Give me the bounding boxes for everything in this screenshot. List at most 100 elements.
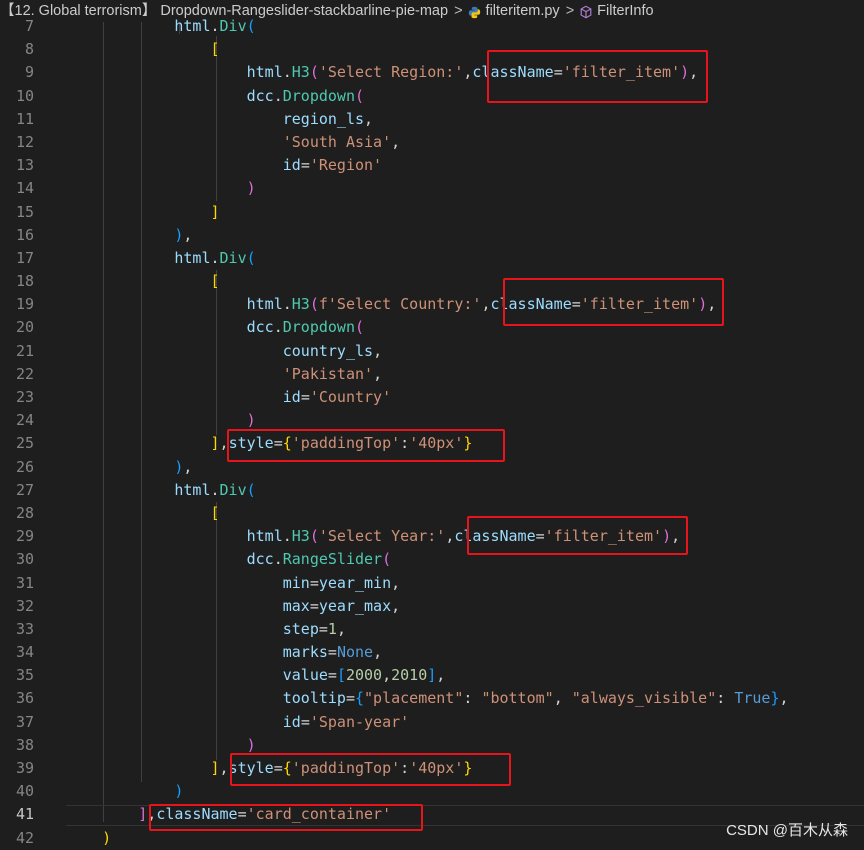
code-line[interactable]: 31 min=year_min, — [0, 572, 864, 595]
code-line[interactable]: 34 marks=None, — [0, 641, 864, 664]
code-line[interactable]: 23 id='Country' — [0, 386, 864, 409]
code-token: , — [382, 666, 392, 685]
code-line[interactable]: 20 dcc.Dropdown( — [0, 316, 864, 339]
code-line[interactable]: 14 ) — [0, 177, 864, 200]
code-token: max — [282, 596, 310, 615]
code-text[interactable]: [ — [66, 270, 220, 293]
code-line[interactable]: 36 tooltip={"placement": "bottom", "alwa… — [0, 687, 864, 710]
code-token: . — [210, 480, 220, 499]
code-token: = — [327, 666, 337, 685]
line-number: 41 — [15, 805, 34, 824]
code-token: "bottom" — [481, 689, 554, 708]
code-text[interactable]: marks=None, — [66, 641, 382, 664]
code-line[interactable]: 33 step=1, — [0, 618, 864, 641]
code-text[interactable]: region_ls, — [66, 108, 373, 131]
code-text[interactable]: html.Div( — [66, 479, 255, 502]
code-text[interactable]: ) — [66, 780, 183, 803]
code-token: f'Select Country:' — [318, 295, 482, 314]
code-text[interactable]: ) — [66, 177, 256, 200]
code-text[interactable]: ) — [66, 734, 256, 757]
line-number: 34 — [15, 643, 34, 662]
code-line[interactable]: 10 dcc.Dropdown( — [0, 85, 864, 108]
code-text[interactable]: min=year_min, — [66, 572, 400, 595]
code-text[interactable]: step=1, — [66, 618, 346, 641]
code-token: . — [273, 318, 283, 337]
code-line[interactable]: 13 id='Region' — [0, 154, 864, 177]
code-line[interactable]: 11 region_ls, — [0, 108, 864, 131]
line-number: 40 — [15, 782, 34, 801]
code-text[interactable]: tooltip={"placement": "bottom", "always_… — [66, 687, 789, 710]
code-text[interactable]: html.Div( — [66, 15, 255, 38]
code-line[interactable]: 15 ] — [0, 201, 864, 224]
code-token: html — [174, 480, 211, 499]
code-line[interactable]: 7 html.Div( — [0, 15, 864, 38]
code-token: , — [373, 341, 383, 360]
code-token: ] — [210, 202, 220, 221]
code-line[interactable]: 28 [ — [0, 502, 864, 525]
code-text[interactable]: ) — [66, 827, 111, 850]
code-line[interactable]: 12 'South Asia', — [0, 131, 864, 154]
code-text[interactable]: 'South Asia', — [66, 131, 400, 154]
code-token: [ — [210, 272, 220, 291]
code-text[interactable]: country_ls, — [66, 340, 382, 363]
code-line[interactable]: 9 html.H3('Select Region:',className='fi… — [0, 61, 864, 84]
code-line[interactable]: 17 html.Div( — [0, 247, 864, 270]
code-token: 1 — [327, 619, 337, 638]
code-text[interactable]: id='Span-year' — [66, 711, 409, 734]
code-token: , — [391, 596, 401, 615]
code-token: . — [210, 248, 220, 267]
code-token: dcc — [246, 86, 274, 105]
code-text[interactable]: max=year_max, — [66, 595, 400, 618]
code-text[interactable]: ), — [66, 224, 192, 247]
code-text[interactable]: ] — [66, 201, 220, 224]
code-text[interactable]: ), — [66, 456, 192, 479]
code-text[interactable]: dcc.Dropdown( — [66, 316, 364, 339]
code-text[interactable]: value=[2000,2010], — [66, 664, 446, 687]
code-token: "always_visible" — [571, 689, 717, 708]
code-text[interactable]: id='Country' — [66, 386, 391, 409]
code-line[interactable]: 16 ), — [0, 224, 864, 247]
code-token: ] — [427, 666, 437, 685]
code-line[interactable]: 8 [ — [0, 38, 864, 61]
code-line[interactable]: 37 id='Span-year' — [0, 711, 864, 734]
code-token: 'Pakistan' — [282, 364, 374, 383]
code-token: Dropdown — [282, 86, 355, 105]
code-line[interactable]: 30 dcc.RangeSlider( — [0, 548, 864, 571]
line-number: 16 — [15, 225, 34, 244]
code-line[interactable]: 21 country_ls, — [0, 340, 864, 363]
code-line[interactable]: 32 max=year_max, — [0, 595, 864, 618]
code-line[interactable]: 19 html.H3(f'Select Country:',className=… — [0, 293, 864, 316]
annotation-box-region-classname — [487, 50, 708, 103]
code-token: , — [779, 689, 789, 708]
code-text[interactable]: [ — [66, 38, 220, 61]
code-line[interactable]: 27 html.Div( — [0, 479, 864, 502]
code-token: html — [174, 248, 211, 267]
code-token: ) — [102, 828, 112, 847]
code-text[interactable]: [ — [66, 502, 220, 525]
code-line[interactable]: 35 value=[2000,2010], — [0, 664, 864, 687]
code-text[interactable]: dcc.Dropdown( — [66, 85, 364, 108]
code-line[interactable]: 29 html.H3('Select Year:',className='fil… — [0, 525, 864, 548]
code-token: 2000 — [345, 666, 383, 685]
annotation-box-card-classname — [149, 804, 423, 831]
code-token: region_ls — [282, 109, 365, 128]
code-text[interactable]: dcc.RangeSlider( — [66, 548, 392, 571]
code-line[interactable]: 18 [ — [0, 270, 864, 293]
code-line[interactable]: 22 'Pakistan', — [0, 363, 864, 386]
watermark: CSDN @百木从森 — [726, 822, 848, 839]
code-text[interactable]: html.Div( — [66, 247, 255, 270]
code-text[interactable]: id='Region' — [66, 154, 382, 177]
annotation-box-year-classname — [467, 516, 688, 555]
code-text[interactable]: 'Pakistan', — [66, 363, 382, 386]
